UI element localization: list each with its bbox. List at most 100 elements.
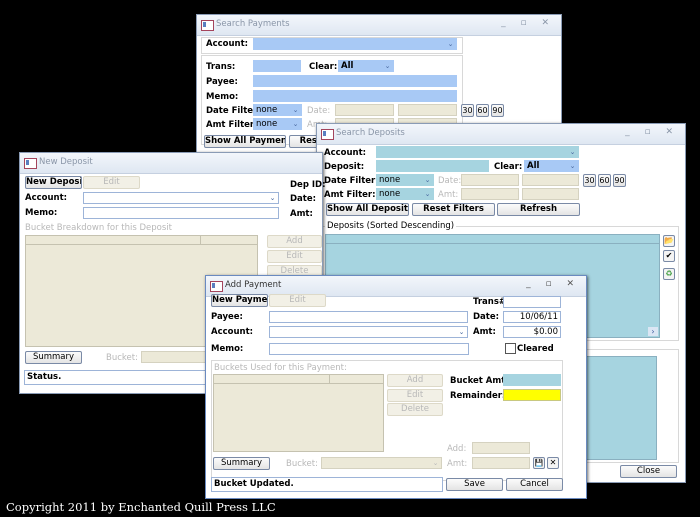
- add-button[interactable]: Add: [267, 235, 322, 248]
- payee-label: Payee:: [206, 77, 238, 87]
- add-payment-window: Add Payment _ ▫ ✕ New Payment Edit Trans…: [205, 275, 587, 499]
- search-deposits-titlebar[interactable]: Search Deposits _ ▫ ✕: [317, 124, 685, 145]
- bucket-amount-input[interactable]: [472, 457, 530, 469]
- date-filter-select[interactable]: none ⌄: [376, 174, 434, 186]
- days-90-button[interactable]: 90: [613, 174, 626, 187]
- trans-label: Trans:: [206, 62, 236, 72]
- new-deposit-titlebar[interactable]: New Deposit: [20, 153, 322, 174]
- date-to-input[interactable]: [522, 174, 579, 186]
- summary-button[interactable]: Summary: [213, 457, 270, 470]
- amt-filter-label: Amt Filter:: [324, 190, 376, 200]
- grid-header: [326, 235, 659, 244]
- date-filter-value: none: [256, 105, 278, 115]
- memo-label: Memo:: [25, 208, 58, 218]
- scroll-right-icon[interactable]: ›: [648, 327, 658, 336]
- show-all-deposits-button[interactable]: Show All Deposits: [326, 203, 409, 216]
- new-payment-button[interactable]: New Payment: [211, 294, 268, 307]
- deposit-label: Deposit:: [324, 162, 365, 172]
- chevron-down-icon: ⌄: [424, 176, 431, 184]
- memo-label: Memo:: [211, 344, 244, 354]
- add-amount-input[interactable]: [472, 442, 530, 454]
- bucket-label: Bucket:: [286, 459, 318, 469]
- remainder-field: [503, 389, 561, 401]
- add-bucket-button[interactable]: Add: [387, 374, 443, 387]
- window-controls[interactable]: _ ▫ ✕: [625, 127, 679, 137]
- memo-input[interactable]: [83, 207, 279, 219]
- buckets-grid[interactable]: [213, 374, 384, 452]
- status-bar: Bucket Updated.: [211, 477, 443, 492]
- close-button[interactable]: Close: [620, 465, 677, 478]
- edit-bucket-button[interactable]: Edit: [387, 389, 443, 402]
- new-deposit-button[interactable]: New Deposit: [25, 176, 82, 189]
- bucket-select[interactable]: ⌄: [321, 457, 442, 469]
- date-filter-select[interactable]: none ⌄: [253, 104, 302, 116]
- payee-input[interactable]: [269, 311, 468, 323]
- date-to-input[interactable]: [398, 104, 457, 116]
- search-payments-titlebar[interactable]: Search Payments _ ▫ ✕: [197, 15, 561, 36]
- summary-button[interactable]: Summary: [25, 351, 82, 364]
- amt-to-input[interactable]: [522, 188, 579, 200]
- days-30-button[interactable]: 30: [461, 104, 474, 117]
- save-icon[interactable]: 💾: [533, 457, 545, 469]
- days-60-button[interactable]: 60: [598, 174, 611, 187]
- save-button[interactable]: Save: [446, 478, 503, 491]
- memo-input[interactable]: [269, 343, 469, 355]
- form-icon: [24, 158, 37, 169]
- reset-filters-button[interactable]: Reset Filters: [412, 203, 495, 216]
- delete-bucket-button[interactable]: Delete: [387, 403, 443, 416]
- window-title: Add Payment: [225, 280, 282, 290]
- account-select[interactable]: ⌄: [269, 326, 468, 338]
- window-controls[interactable]: _ ▫ ✕: [526, 279, 580, 289]
- date-from-input[interactable]: [335, 104, 394, 116]
- amt-label: Amt:: [290, 209, 313, 219]
- edit-button[interactable]: Edit: [83, 176, 140, 189]
- deposit-input[interactable]: [376, 160, 489, 172]
- days-30-button[interactable]: 30: [583, 174, 596, 187]
- account-select[interactable]: ⌄: [83, 192, 279, 204]
- dep-id-label: Dep ID:: [290, 180, 326, 190]
- trans-input[interactable]: [503, 296, 561, 308]
- clear-select[interactable]: All ⌄: [338, 60, 394, 72]
- payee-input[interactable]: [253, 75, 457, 87]
- edit-bucket-button[interactable]: Edit: [267, 250, 322, 263]
- date-input[interactable]: 10/06/11: [503, 311, 561, 323]
- chevron-down-icon: ⌄: [384, 62, 391, 70]
- bucket-label: Bucket:: [106, 353, 138, 363]
- days-90-button[interactable]: 90: [491, 104, 504, 117]
- close-icon[interactable]: ✕: [547, 457, 559, 469]
- clear-select[interactable]: All ⌄: [524, 160, 579, 172]
- bucket-select[interactable]: [141, 351, 207, 363]
- bucket-amt-field: [503, 374, 561, 386]
- amt-from-input[interactable]: [461, 188, 519, 200]
- date-from-input[interactable]: [461, 174, 519, 186]
- clear-label: Clear:: [309, 62, 338, 72]
- refresh-button[interactable]: Refresh: [497, 203, 580, 216]
- grid-header: [214, 375, 383, 384]
- amt-filter-select[interactable]: none ⌄: [376, 188, 434, 200]
- days-60-button[interactable]: 60: [476, 104, 489, 117]
- amt-input[interactable]: $0.00: [503, 326, 561, 338]
- cancel-button[interactable]: Cancel: [506, 478, 563, 491]
- memo-input[interactable]: [253, 90, 457, 102]
- trans-input[interactable]: [253, 60, 301, 72]
- memo-label: Memo:: [206, 92, 239, 102]
- recycle-icon[interactable]: ♻: [663, 268, 675, 280]
- date-filter-value: none: [379, 175, 401, 185]
- window-controls[interactable]: _ ▫ ✕: [501, 18, 555, 28]
- open-folder-icon[interactable]: 📂: [663, 235, 675, 247]
- amt-label: Amt:: [438, 190, 459, 200]
- show-all-payments-button[interactable]: Show All Payments: [204, 135, 286, 148]
- copyright-text: Copyright 2011 by Enchanted Quill Press …: [6, 500, 276, 514]
- deposits-list-label: Deposits (Sorted Descending): [325, 221, 457, 231]
- account-select[interactable]: ⌄: [376, 146, 579, 158]
- amt-filter-select[interactable]: none ⌄: [253, 118, 302, 130]
- window-title: Search Payments: [216, 19, 290, 29]
- edit-button[interactable]: Edit: [269, 294, 326, 307]
- checkmark-icon[interactable]: ✔: [663, 250, 675, 262]
- cleared-checkbox[interactable]: [505, 343, 516, 354]
- clear-value: All: [527, 161, 540, 171]
- clear-value: All: [341, 61, 354, 71]
- account-label: Account:: [25, 193, 68, 203]
- account-select[interactable]: ⌄: [253, 38, 457, 50]
- form-icon: [210, 281, 223, 292]
